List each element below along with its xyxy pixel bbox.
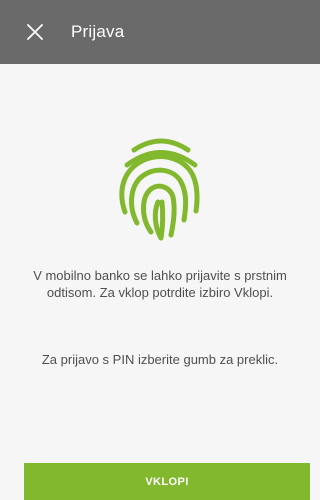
close-button[interactable] (24, 21, 46, 43)
app-bar: Prijava (0, 0, 320, 64)
close-icon (27, 24, 43, 40)
pin-instruction-text: Za prijavo s PIN izberite gumb za prekli… (41, 352, 279, 367)
instruction-text: V mobilno banko se lahko prijavite s prs… (33, 268, 287, 300)
fingerprint-setup-panel: V mobilno banko se lahko prijavite s prs… (0, 64, 320, 500)
page-title: Prijava (71, 22, 125, 41)
enable-button[interactable]: VKLOPI (24, 463, 310, 500)
fingerprint-icon (119, 138, 200, 241)
